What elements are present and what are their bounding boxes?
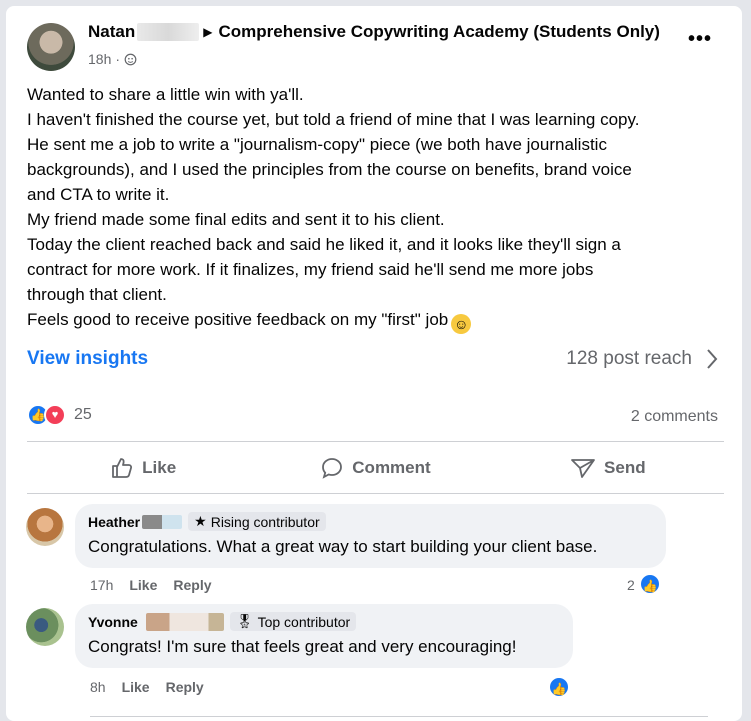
- comment-header: Heather ★ Rising contributor: [88, 512, 653, 531]
- comment-like-button[interactable]: Like: [122, 679, 150, 695]
- commenter-name[interactable]: Yvonne: [88, 614, 138, 630]
- comment-text: Congratulations. What a great way to sta…: [88, 537, 598, 556]
- comment-time[interactable]: 8h: [90, 679, 106, 695]
- like-button[interactable]: Like: [27, 443, 259, 493]
- post-card: Natan ▶ Comprehensive Copywriting Academ…: [6, 6, 742, 721]
- comment-reply-button[interactable]: Reply: [173, 577, 211, 593]
- star-icon: ★: [194, 513, 207, 529]
- post-line: I haven't finished the course yet, but t…: [27, 110, 640, 129]
- love-reaction-icon: ♥: [44, 404, 66, 426]
- send-button[interactable]: Send: [492, 443, 724, 493]
- post-line: He sent me a job to write a "journalism-…: [27, 135, 607, 154]
- comment-bubble: Heather ★ Rising contributor Congratulat…: [75, 504, 666, 568]
- post-line: Wanted to share a little win with ya'll.: [27, 85, 304, 104]
- chevron-right-icon: [707, 349, 718, 369]
- action-bar: Like Comment Send: [27, 443, 724, 493]
- post-line: Today the client reached back and said h…: [27, 235, 621, 254]
- comment-button[interactable]: Comment: [259, 443, 491, 493]
- send-icon: [571, 459, 595, 478]
- commenter-name[interactable]: Heather: [88, 514, 140, 530]
- reaction-summary[interactable]: 👍 ♥ 25: [27, 404, 92, 426]
- post-body: Wanted to share a little win with ya'll.…: [27, 82, 727, 334]
- post-line: and CTA to write it.: [27, 185, 170, 204]
- redacted-name: [142, 514, 183, 529]
- comment-reaction-count: 2: [627, 577, 635, 593]
- post-line: My friend made some final edits and sent…: [27, 210, 445, 229]
- globe-icon: [124, 53, 137, 65]
- post-line: contract for more work. If it finalizes,…: [27, 260, 594, 279]
- post-line: Feels good to receive positive feedback …: [27, 310, 449, 329]
- award-icon: 🎖: [235, 613, 254, 629]
- comment-label: Comment: [352, 458, 431, 477]
- like-label: Like: [142, 458, 177, 477]
- comment-header: Yvonne 🎖 Top contributor: [88, 612, 560, 631]
- comment-meta: 17h Like Reply: [90, 577, 212, 593]
- badge-label: Top contributor: [257, 613, 351, 630]
- post-line: backgrounds), and I used the principles …: [27, 160, 632, 179]
- reaction-count: 25: [74, 406, 92, 423]
- post-reach-text: 128 post reach: [566, 348, 692, 369]
- like-icon: [112, 458, 133, 478]
- commenter-avatar[interactable]: [26, 508, 64, 546]
- group-name[interactable]: Comprehensive Copywriting Academy (Stude…: [218, 22, 659, 42]
- comment-text: Congrats! I'm sure that feels great and …: [88, 637, 517, 656]
- comment-meta: 8h Like Reply: [90, 679, 204, 695]
- comment-icon: [322, 458, 343, 479]
- post-line-last: Feels good to receive positive feedback …: [27, 307, 727, 334]
- comment-time[interactable]: 17h: [90, 577, 113, 593]
- send-label: Send: [604, 458, 646, 477]
- post-reach[interactable]: 128 post reach: [566, 348, 718, 370]
- comment-bubble: Yvonne 🎖 Top contributor Congrats! I'm s…: [75, 604, 573, 668]
- comment-like-button[interactable]: Like: [129, 577, 157, 593]
- divider: [27, 493, 724, 494]
- post-header: Natan ▶ Comprehensive Copywriting Academ…: [88, 22, 660, 42]
- redacted-name: [137, 23, 200, 41]
- contributor-badge[interactable]: 🎖 Top contributor: [229, 612, 357, 631]
- comment-reply-button[interactable]: Reply: [166, 679, 204, 695]
- like-reaction-icon[interactable]: 👍: [548, 676, 570, 698]
- commenter-avatar[interactable]: [26, 608, 64, 646]
- like-reaction-icon[interactable]: 👍: [639, 573, 661, 595]
- redacted-name: [145, 612, 224, 631]
- caret-right-icon: ▶: [203, 25, 213, 39]
- emoji-icon: ☺: [451, 314, 472, 334]
- post-time[interactable]: 18h: [88, 51, 111, 67]
- separator-dot: ·: [115, 51, 121, 67]
- view-insights-link[interactable]: View insights: [27, 348, 148, 370]
- divider: [90, 716, 708, 717]
- post-meta: 18h ·: [88, 51, 137, 67]
- author-name[interactable]: Natan: [88, 22, 135, 42]
- comment-count-link[interactable]: 2 comments: [631, 408, 718, 426]
- contributor-badge[interactable]: ★ Rising contributor: [188, 512, 326, 531]
- post-line: through that client.: [27, 285, 167, 304]
- divider: [27, 441, 724, 442]
- more-icon[interactable]: •••: [688, 28, 712, 51]
- author-avatar[interactable]: [27, 23, 75, 71]
- badge-label: Rising contributor: [210, 513, 320, 530]
